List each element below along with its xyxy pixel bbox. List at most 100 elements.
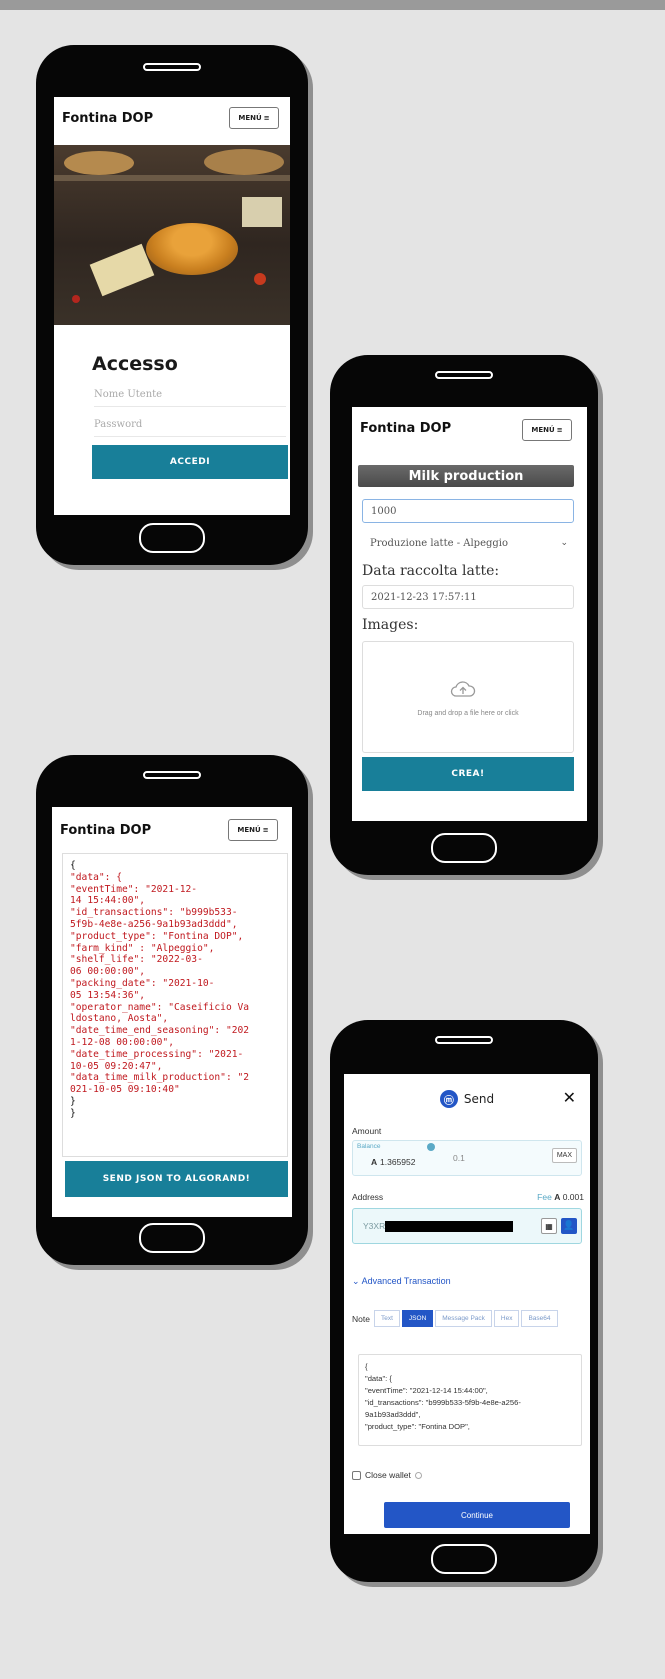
menu-label: MENÚ — [238, 114, 262, 122]
json-line: 021-10-05 09:10:40" — [70, 1084, 180, 1096]
note-line: 9a1b93ad3ddd", — [365, 1410, 421, 1419]
quantity-input[interactable]: 1000 — [362, 499, 574, 523]
contacts-icon[interactable]: 👤 — [561, 1218, 577, 1234]
note-textarea[interactable]: {"data": {"eventTime": "2021-12-14 15:44… — [358, 1354, 582, 1446]
amount-input[interactable]: 0.1 — [453, 1153, 465, 1163]
json-line: "packing_date": "2021-10- — [70, 977, 215, 989]
brand-title: Fontina DOP — [60, 823, 152, 838]
note-line: "product_type": "Fontina DOP", — [365, 1422, 470, 1431]
balance-label: Balance — [357, 1143, 381, 1150]
close-wallet-checkbox[interactable] — [352, 1470, 361, 1480]
menu-button[interactable]: MENÚ ≡ — [229, 107, 279, 129]
fee-info: Fee A 0.001 — [537, 1192, 584, 1202]
close-wallet-option[interactable]: Close wallet — [352, 1470, 422, 1480]
menu-button[interactable]: MENÚ ≡ — [228, 819, 278, 841]
phone-milk-form: Fontina DOP MENÚ ≡ Milk production 1000 … — [330, 355, 598, 875]
speaker-icon — [435, 371, 493, 379]
chevron-down-icon: ⌄ — [352, 1276, 360, 1286]
json-line: } — [70, 1107, 76, 1119]
json-line: "data": { — [70, 871, 122, 883]
json-line: 05 13:54:36", — [70, 989, 146, 1001]
json-line: "data_time_milk_production": "2 — [70, 1072, 250, 1084]
home-button — [139, 523, 205, 553]
note-line: "id_transactions": "b999b533-5f9b-4e8e-a… — [365, 1398, 521, 1407]
create-button[interactable]: CREA! — [362, 757, 574, 791]
tab-base64[interactable]: Base64 — [521, 1310, 558, 1327]
date-input[interactable]: 2021-12-23 17:57:11 — [362, 585, 574, 609]
fee-algo-symbol: A — [554, 1192, 561, 1202]
max-button[interactable]: MAX — [551, 1148, 577, 1163]
username-input[interactable]: Nome Utente — [94, 389, 286, 407]
address-prefix: Y3XR — [363, 1221, 386, 1231]
json-line: 1-12-08 00:00:00", — [70, 1036, 174, 1048]
close-icon[interactable]: ✕ — [563, 1088, 576, 1107]
app-header: Fontina DOP MENÚ ≡ — [52, 807, 292, 851]
tab-hex[interactable]: Hex — [493, 1310, 520, 1327]
hamburger-icon: ≡ — [262, 826, 269, 834]
password-input[interactable]: Password — [94, 419, 286, 437]
json-line: } — [70, 1095, 76, 1107]
algorand-logo-icon: ⓜ — [439, 1090, 458, 1108]
type-select-value: Produzione latte - Alpeggio — [370, 537, 509, 549]
app-header: Fontina DOP MENÚ ≡ — [54, 97, 290, 141]
tab-text[interactable]: Text — [374, 1310, 400, 1327]
refresh-icon[interactable] — [427, 1143, 435, 1151]
cheese-slice-image — [89, 243, 155, 297]
qr-code-icon[interactable]: ▦ — [541, 1218, 557, 1234]
tomato-image — [254, 273, 266, 285]
phone-wallet-send: ⓜ Send ✕ Amount Balance A 1.365952 0.1 M… — [330, 1020, 598, 1582]
speaker-icon — [435, 1036, 493, 1044]
json-line: 5f9b-4e8e-a256-9a1b93ad3ddd", — [70, 918, 238, 930]
login-title: Accesso — [92, 353, 178, 375]
home-button — [139, 1223, 205, 1253]
close-wallet-label: Close wallet — [365, 1470, 411, 1480]
images-label: Images: — [362, 617, 419, 633]
hamburger-icon: ≡ — [556, 426, 563, 434]
json-line: 06 00:00:00", — [70, 966, 146, 978]
image-dropzone[interactable]: Drag and drop a file here or click — [362, 641, 574, 753]
cloud-upload-icon — [450, 681, 476, 697]
json-line: "eventTime": "2021-12- — [70, 883, 198, 895]
login-screen: Fontina DOP MENÚ ≡ Accesso Nome Utente P… — [54, 97, 290, 515]
phone-json-view: Fontina DOP MENÚ ≡ {"data": {"eventTime"… — [36, 755, 308, 1265]
send-title: Send — [463, 1092, 495, 1106]
cheese-wheel-image — [64, 151, 134, 175]
json-line: "date_time_processing": "2021- — [70, 1048, 244, 1060]
form-header: Milk production — [358, 465, 574, 487]
shelf-image — [54, 175, 290, 181]
brand-title: Fontina DOP — [360, 421, 452, 436]
speaker-icon — [143, 63, 201, 71]
milk-form-screen: Fontina DOP MENÚ ≡ Milk production 1000 … — [352, 407, 587, 821]
json-line: "product_type": "Fontina DOP", — [70, 930, 244, 942]
cheese-hero-image — [54, 145, 290, 325]
note-line: "eventTime": "2021-12-14 15:44:00", — [365, 1386, 488, 1395]
chevron-down-icon: ⌄ — [560, 538, 568, 548]
amount-label: Amount — [352, 1126, 382, 1136]
note-label: Note — [352, 1314, 370, 1324]
json-line: ldostano, Aosta", — [70, 1013, 169, 1025]
send-json-button[interactable]: SEND JSON TO ALGORAND! — [65, 1161, 288, 1197]
brand-title: Fontina DOP — [62, 111, 154, 126]
tab-json[interactable]: JSON — [401, 1310, 434, 1327]
advanced-transaction-toggle[interactable]: ⌄ Advanced Transaction — [352, 1276, 451, 1287]
cheese-wheel-image — [146, 223, 238, 275]
home-button — [431, 1544, 497, 1574]
send-header: ⓜ Send — [344, 1090, 590, 1108]
address-input[interactable]: Y3XR ▦ 👤 — [352, 1208, 582, 1244]
menu-button[interactable]: MENÚ ≡ — [522, 419, 572, 441]
login-button[interactable]: ACCEDI — [92, 445, 288, 479]
json-line: "farm_kind" : "Alpeggio", — [70, 942, 215, 954]
amount-field[interactable]: Balance A 1.365952 0.1 MAX — [352, 1140, 582, 1176]
continue-button[interactable]: Continue — [384, 1502, 570, 1528]
cheese-wheel-image — [204, 149, 284, 175]
type-select[interactable]: Produzione latte - Alpeggio ⌄ — [362, 531, 574, 555]
note-line: "data": { — [365, 1374, 392, 1383]
json-output: {"data": {"eventTime": "2021-12- 14 15:44… — [62, 853, 288, 1157]
wallet-screen: ⓜ Send ✕ Amount Balance A 1.365952 0.1 M… — [344, 1074, 590, 1534]
json-line: "shelf_life": "2022-03- — [70, 954, 203, 966]
speaker-icon — [143, 771, 201, 779]
phone-login: Fontina DOP MENÚ ≡ Accesso Nome Utente P… — [36, 45, 308, 565]
dropzone-text: Drag and drop a file here or click — [417, 710, 519, 717]
tab-message-pack[interactable]: Message Pack — [435, 1310, 492, 1327]
json-line: { — [70, 860, 76, 871]
